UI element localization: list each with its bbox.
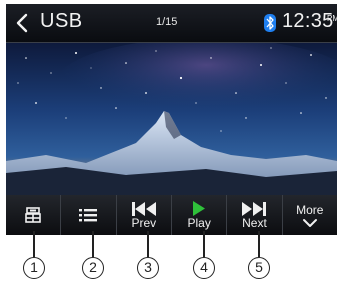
source-title: USB	[40, 10, 83, 32]
more-label: More	[296, 202, 324, 217]
clock-ampm: PM	[327, 14, 337, 23]
play-icon	[193, 201, 206, 216]
play-label: Play	[187, 216, 211, 230]
callout-3: 3	[137, 257, 159, 279]
callout-4: 4	[193, 257, 215, 279]
album-artwork	[6, 43, 337, 195]
callout-5: 5	[248, 257, 270, 279]
callout-line-4	[203, 231, 205, 257]
prev-label: Prev	[131, 215, 157, 230]
source-menu-icon	[25, 207, 41, 223]
callout-line-1	[33, 231, 35, 257]
status-bar: USB 1/15 12:35 PM	[6, 4, 337, 42]
callout-2: 2	[82, 257, 104, 279]
list-icon	[79, 209, 98, 222]
chevron-down-icon	[302, 218, 317, 227]
clock-time: 12:35	[282, 10, 334, 32]
more-button[interactable]: More	[283, 195, 337, 235]
bluetooth-icon	[264, 14, 276, 32]
callout-1: 1	[23, 257, 45, 279]
head-unit-screen: USB 1/15 12:35 PM Prev Play Next More	[6, 4, 337, 235]
play-button[interactable]: Play	[172, 195, 228, 235]
prev-button[interactable]: Prev	[117, 195, 172, 235]
control-bar: Prev Play Next More	[6, 195, 337, 235]
callout-line-3	[147, 231, 149, 257]
list-button[interactable]	[61, 195, 117, 235]
track-counter: 1/15	[156, 16, 178, 28]
next-button[interactable]: Next	[227, 195, 283, 235]
callout-line-2	[92, 231, 94, 257]
callout-line-5	[258, 231, 260, 257]
next-label: Next	[242, 215, 267, 230]
skip-previous-icon	[131, 201, 156, 216]
back-arrow-icon[interactable]	[12, 11, 34, 35]
skip-next-icon	[242, 201, 267, 216]
source-menu-button[interactable]	[6, 195, 62, 235]
